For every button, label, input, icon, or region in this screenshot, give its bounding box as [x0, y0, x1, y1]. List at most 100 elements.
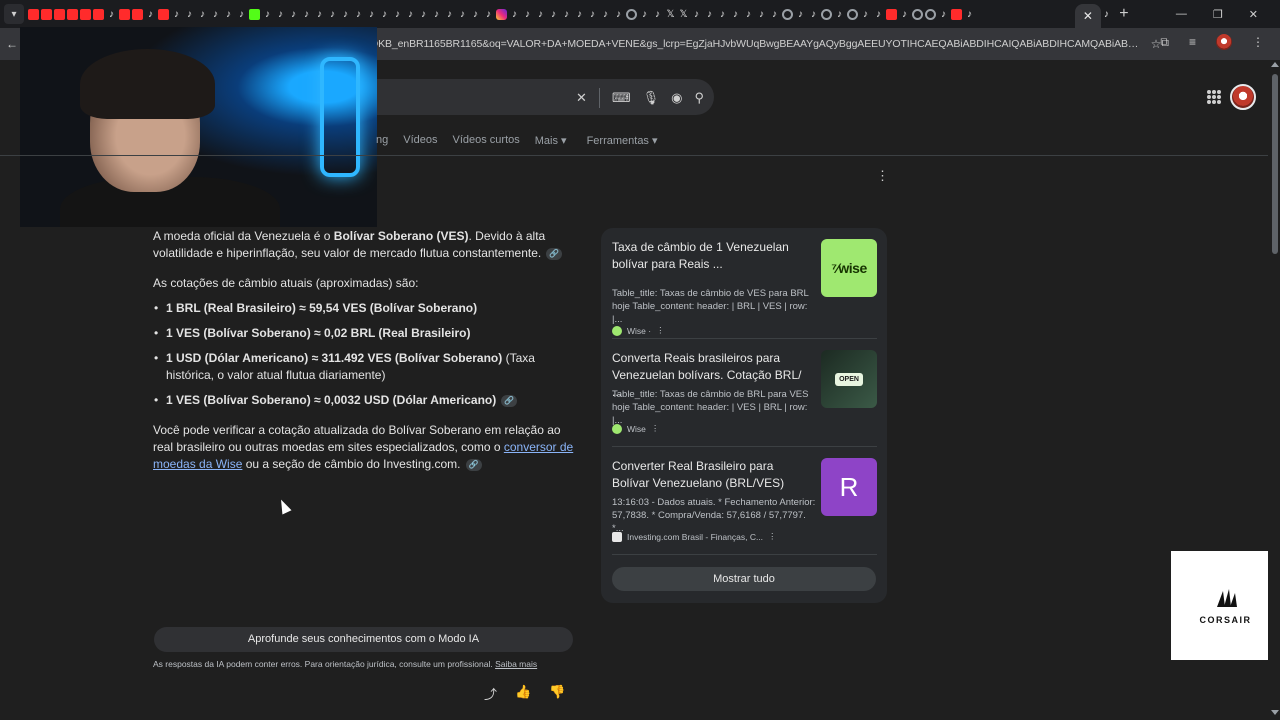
tiktok-tab-icon[interactable]: ♪ — [1101, 9, 1112, 20]
new-tab-button[interactable]: + — [1112, 5, 1136, 23]
citation-link-icon[interactable]: 🔗 — [546, 247, 563, 260]
youtube-tab-icon[interactable] — [886, 8, 897, 20]
search-icon[interactable]: ⚲ — [694, 90, 704, 106]
tiktok-tab-icon[interactable]: ♪ — [314, 9, 325, 20]
citation-link-icon[interactable]: 🔗 — [465, 458, 482, 471]
tiktok-tab-icon[interactable]: ♪ — [457, 9, 468, 20]
keyboard-icon[interactable]: ⌨ — [612, 90, 631, 106]
tiktok-tab-icon[interactable]: ♪ — [145, 9, 156, 20]
tiktok-tab-icon[interactable]: ♪ — [795, 9, 806, 20]
loading-tab-icon[interactable] — [626, 8, 637, 20]
source-more-icon[interactable]: ⋮ — [651, 423, 660, 434]
loading-tab-icon[interactable] — [782, 8, 793, 20]
tiktok-tab-icon[interactable]: ♪ — [483, 9, 494, 20]
tab-search-button[interactable]: ▾ — [4, 4, 24, 24]
kick-tab-icon[interactable] — [249, 8, 260, 20]
source-thumbnail[interactable]: R — [821, 458, 877, 516]
source-title[interactable]: Taxa de câmbio de 1 Venezuelan bolívar p… — [612, 239, 807, 273]
tiktok-tab-icon[interactable]: ♪ — [340, 9, 351, 20]
tiktok-tab-icon[interactable]: ♪ — [418, 9, 429, 20]
tab-short-videos[interactable]: Vídeos curtos — [453, 134, 520, 147]
youtube-tab-icon[interactable] — [80, 8, 91, 20]
close-window-button[interactable]: ✕ — [1249, 8, 1258, 21]
source-title[interactable]: Converter Real Brasileiro para Bolívar V… — [612, 458, 807, 492]
browser-menu-icon[interactable]: ⋮ — [1252, 35, 1264, 49]
source-card-1[interactable]: Taxa de câmbio de 1 Venezuelan bolívar p… — [612, 239, 877, 336]
scroll-up-arrow-icon[interactable] — [1271, 62, 1279, 67]
address-bar[interactable]: OKB_enBR1165BR1165&oq=VALOR+DA+MOEDA+VEN… — [370, 32, 1165, 56]
tiktok-tab-icon[interactable]: ♪ — [262, 9, 273, 20]
learn-more-link[interactable]: Saiba mais — [495, 659, 537, 669]
active-tab[interactable]: ✕ — [1074, 4, 1101, 28]
ai-mode-button[interactable]: Aprofunde seus conhecimentos com o Modo … — [154, 627, 573, 652]
tiktok-tab-icon[interactable]: ♪ — [691, 9, 702, 20]
profile-avatar-small[interactable] — [1216, 34, 1232, 50]
source-more-icon[interactable]: ⋮ — [656, 325, 665, 336]
tiktok-tab-icon[interactable]: ♪ — [704, 9, 715, 20]
loading-tab-icon[interactable] — [821, 8, 832, 20]
youtube-tab-icon[interactable] — [119, 8, 130, 20]
tiktok-tab-icon[interactable]: ♪ — [964, 9, 975, 20]
loading-tab-icon[interactable] — [925, 8, 936, 20]
tab-more[interactable]: Mais ▾ — [535, 134, 567, 147]
tiktok-tab-icon[interactable]: ♪ — [470, 9, 481, 20]
tiktok-tab-icon[interactable]: ♪ — [587, 9, 598, 20]
source-thumbnail[interactable]: OPEN — [821, 350, 877, 408]
tiktok-tab-icon[interactable]: ♪ — [938, 9, 949, 20]
tiktok-tab-icon[interactable]: ♪ — [535, 9, 546, 20]
restore-button[interactable]: ❐ — [1213, 8, 1223, 21]
tiktok-tab-icon[interactable]: ♪ — [366, 9, 377, 20]
tiktok-tab-icon[interactable]: ♪ — [756, 9, 767, 20]
instagram-tab-icon[interactable] — [496, 8, 507, 20]
scroll-down-arrow-icon[interactable] — [1271, 710, 1279, 715]
tiktok-tab-icon[interactable]: ♪ — [548, 9, 559, 20]
tiktok-tab-icon[interactable]: ♪ — [639, 9, 650, 20]
youtube-tab-icon[interactable] — [93, 8, 104, 20]
tiktok-tab-icon[interactable]: ♪ — [834, 9, 845, 20]
tiktok-tab-icon[interactable]: ♪ — [223, 9, 234, 20]
youtube-tab-icon[interactable] — [54, 8, 65, 20]
minimize-button[interactable]: — — [1176, 8, 1187, 20]
microphone-icon[interactable]: 🎙 — [643, 90, 660, 106]
x-tab-icon[interactable]: 𝕏 — [678, 9, 689, 20]
tiktok-tab-icon[interactable]: ♪ — [743, 9, 754, 20]
thumbs-down-icon[interactable]: 👎 — [549, 684, 565, 703]
tiktok-tab-icon[interactable]: ♪ — [899, 9, 910, 20]
tiktok-tab-icon[interactable]: ♪ — [106, 9, 117, 20]
tiktok-tab-icon[interactable]: ♪ — [210, 9, 221, 20]
tiktok-tab-icon[interactable]: ♪ — [613, 9, 624, 20]
media-control-icon[interactable]: ≡ — [1189, 35, 1196, 49]
tiktok-tab-icon[interactable]: ♪ — [275, 9, 286, 20]
search-input[interactable]: ✕ ⌨ 🎙 ◉ ⚲ — [330, 79, 714, 115]
tiktok-tab-icon[interactable]: ♪ — [327, 9, 338, 20]
tiktok-tab-icon[interactable]: ♪ — [652, 9, 663, 20]
tiktok-tab-icon[interactable]: ♪ — [184, 9, 195, 20]
loading-tab-icon[interactable] — [847, 8, 858, 20]
tiktok-tab-icon[interactable]: ♪ — [171, 9, 182, 20]
youtube-tab-icon[interactable] — [158, 8, 169, 20]
tiktok-tab-icon[interactable]: ♪ — [379, 9, 390, 20]
tiktok-tab-icon[interactable]: ♪ — [392, 9, 403, 20]
tiktok-tab-icon[interactable]: ♪ — [301, 9, 312, 20]
youtube-tab-icon[interactable] — [67, 8, 78, 20]
ai-overview-menu-icon[interactable]: ⋮ — [876, 168, 889, 184]
source-card-2[interactable]: Converta Reais brasileiros para Venezuel… — [612, 350, 877, 440]
thumbs-up-icon[interactable]: 👍 — [515, 684, 531, 703]
tiktok-tab-icon[interactable]: ♪ — [288, 9, 299, 20]
tiktok-tab-icon[interactable]: ♪ — [431, 9, 442, 20]
tiktok-tab-icon[interactable]: ♪ — [522, 9, 533, 20]
clear-search-icon[interactable]: ✕ — [576, 90, 587, 106]
youtube-tab-icon[interactable] — [28, 8, 39, 20]
google-apps-icon[interactable] — [1207, 90, 1221, 104]
tiktok-tab-icon[interactable]: ♪ — [353, 9, 364, 20]
tiktok-tab-icon[interactable]: ♪ — [236, 9, 247, 20]
show-all-button[interactable]: Mostrar tudo — [612, 567, 876, 591]
tiktok-tab-icon[interactable]: ♪ — [444, 9, 455, 20]
tiktok-tab-icon[interactable]: ♪ — [600, 9, 611, 20]
scrollbar-thumb[interactable] — [1272, 74, 1278, 254]
lens-camera-icon[interactable]: ◉ — [671, 90, 682, 106]
extensions-icon[interactable]: ⧉ — [1160, 35, 1169, 50]
loading-tab-icon[interactable] — [912, 8, 923, 20]
tab-videos[interactable]: Vídeos — [403, 134, 437, 147]
x-tab-icon[interactable]: 𝕏 — [665, 9, 676, 20]
